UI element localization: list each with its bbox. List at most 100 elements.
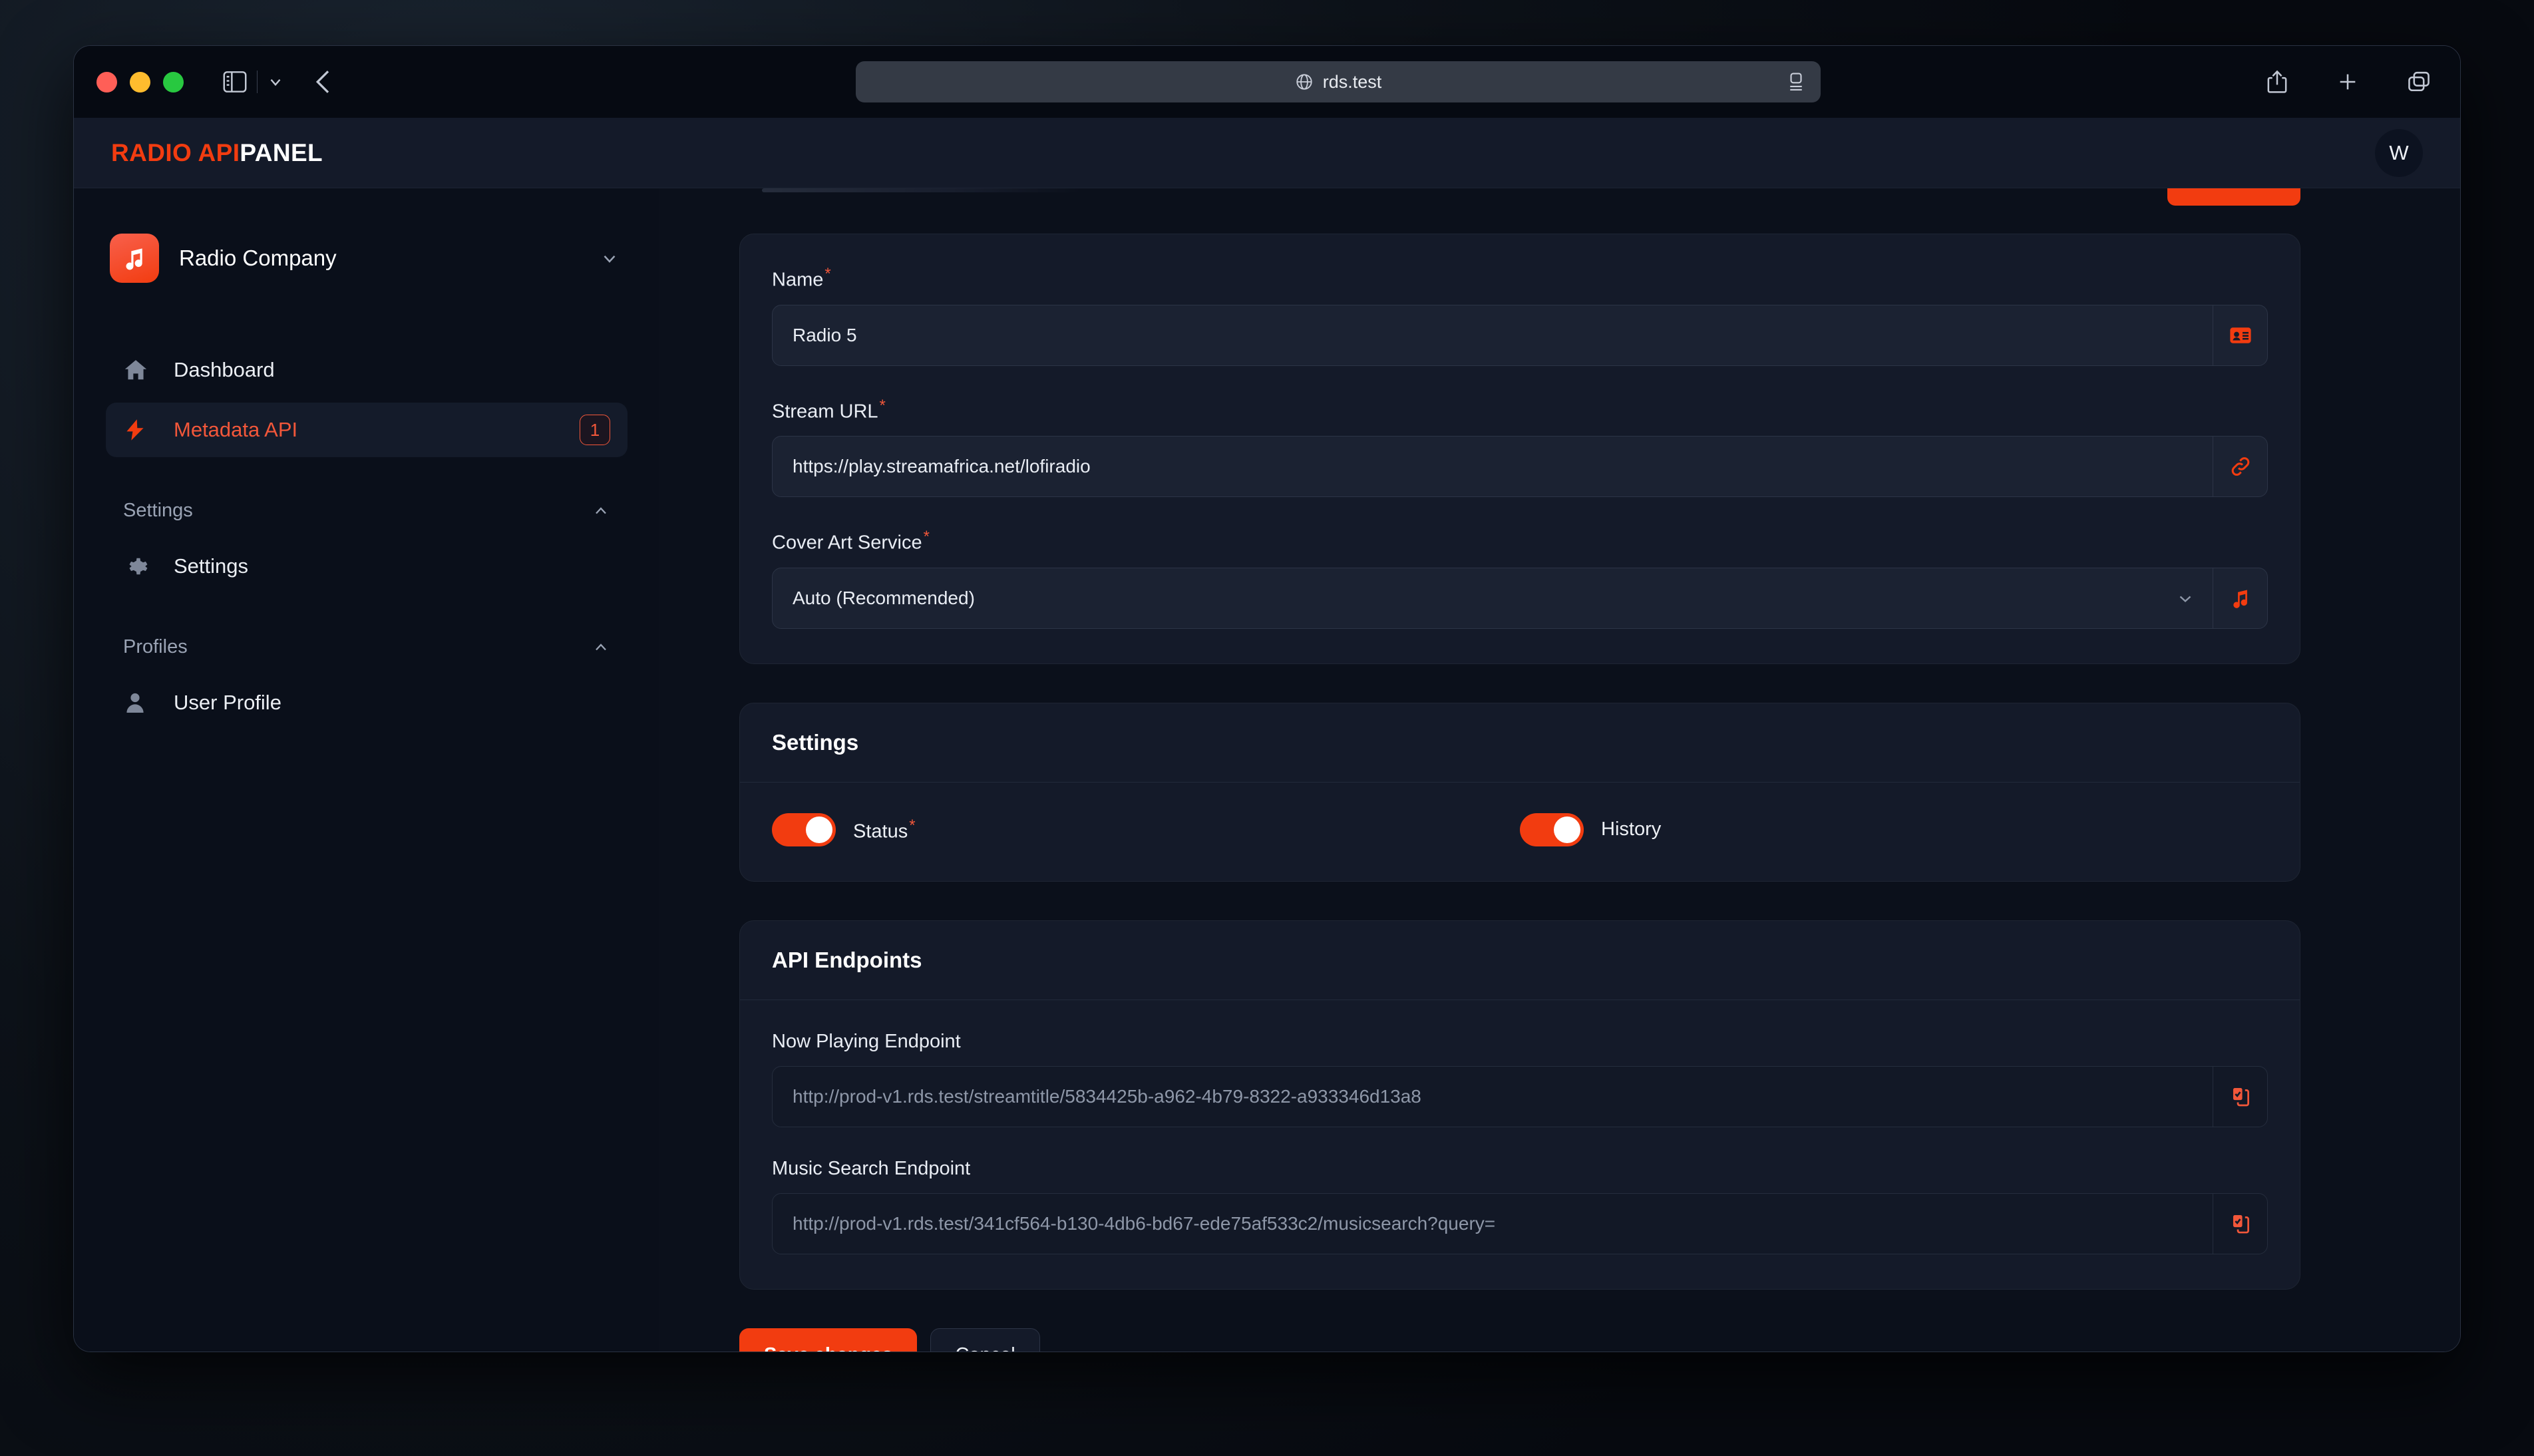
tab-overview-icon[interactable] [2407, 71, 2431, 93]
save-changes-button[interactable]: Save changes [739, 1328, 918, 1352]
sidebar-item-label: Settings [174, 554, 249, 578]
brand-accent-text: RADIO API [111, 138, 240, 166]
globe-icon [1295, 73, 1314, 91]
field-label: Stream URL* [772, 396, 886, 423]
minimize-window-button[interactable] [130, 71, 150, 92]
sidebar: Radio Company Dashboard Metadata API 1 S… [74, 188, 659, 1352]
cancel-button[interactable]: Cancel [930, 1328, 1040, 1352]
org-name: Radio Company [179, 246, 337, 270]
sidebar-item-dashboard[interactable]: Dashboard [106, 343, 628, 397]
sidebar-item-label: User Profile [174, 691, 281, 714]
sidebar-item-label: Metadata API [174, 418, 298, 441]
browser-toolbar: rds.test [74, 46, 2460, 118]
api-endpoints-card-body: Now Playing Endpoint http://prod-v1.rds.… [740, 1000, 2300, 1289]
sidebar-section-profiles[interactable]: Profiles [106, 636, 628, 658]
close-window-button[interactable] [96, 71, 117, 92]
now-playing-endpoint-input[interactable] [773, 1066, 2213, 1127]
cover-art-service-value[interactable]: Auto (Recommended) [773, 568, 2175, 628]
sidebar-toggle-group [222, 71, 284, 93]
home-icon [123, 357, 151, 383]
reader-view-icon[interactable] [1787, 72, 1805, 92]
maximize-window-button[interactable] [163, 71, 184, 92]
toggle-knob [1554, 816, 1580, 843]
avatar-initial: W [2389, 140, 2409, 164]
toolbar-divider [257, 71, 258, 93]
lightning-bolt-icon [123, 417, 151, 443]
app-header: RADIO APIPANEL W [74, 118, 2460, 188]
back-arrow-icon[interactable] [313, 68, 333, 96]
org-switcher[interactable]: Radio Company [106, 230, 628, 287]
settings-card: Settings Status* History [739, 702, 2300, 882]
field-name: Name* [772, 265, 2268, 366]
chevron-down-icon[interactable] [267, 73, 284, 91]
music-search-endpoint-group[interactable] [772, 1192, 2268, 1254]
sidebar-toggle-icon[interactable] [222, 71, 248, 93]
sidebar-item-user-profile[interactable]: User Profile [106, 675, 628, 730]
cover-art-service-select-group[interactable]: Auto (Recommended) [772, 567, 2268, 629]
copy-clipboard-check-icon[interactable] [2213, 1193, 2267, 1254]
page-title-partial [762, 188, 1081, 192]
window-traffic-lights [96, 71, 184, 92]
music-search-endpoint-input[interactable] [773, 1193, 2213, 1254]
field-stream-url: Stream URL* [772, 397, 2268, 498]
browser-window: rds.test RADIO APIPANEL W Radio Company … [73, 45, 2461, 1352]
name-input-group[interactable] [772, 304, 2268, 366]
required-asterisk: * [879, 396, 886, 415]
sidebar-section-settings[interactable]: Settings [106, 500, 628, 522]
history-toggle[interactable] [1520, 813, 1584, 846]
sidebar-section-title: Settings [123, 500, 193, 521]
toggle-knob [806, 816, 832, 843]
application-root: RADIO APIPANEL W Radio Company Dashboard… [74, 118, 2460, 1352]
api-endpoints-card-title: API Endpoints [740, 921, 2300, 1000]
scrolled-off-header [739, 188, 2300, 234]
required-asterisk: * [909, 817, 916, 835]
stream-url-input[interactable] [773, 437, 2213, 497]
link-icon[interactable] [2213, 437, 2267, 497]
address-bar-text: rds.test [1322, 71, 1382, 92]
chevron-up-icon [592, 502, 610, 520]
station-details-body: Name* Radio 5 Stream URL* https://play.s… [740, 234, 2300, 663]
sidebar-item-metadata-api[interactable]: Metadata API 1 [106, 403, 628, 457]
avatar[interactable]: W [2375, 128, 2423, 177]
toggle-history: History [1520, 813, 2268, 846]
required-asterisk: * [923, 528, 930, 546]
toggle-row: Status* History [772, 813, 2268, 846]
music-note-icon [110, 234, 159, 283]
app-logo[interactable]: RADIO APIPANEL [111, 139, 323, 167]
plus-icon[interactable] [2336, 71, 2359, 93]
share-icon[interactable] [2266, 69, 2288, 94]
name-input[interactable] [773, 305, 2213, 365]
field-music-search-endpoint: Music Search Endpoint [772, 1158, 2268, 1254]
field-label: Now Playing Endpoint [772, 1030, 961, 1052]
settings-card-title: Settings [740, 703, 2300, 783]
chevron-down-icon [600, 248, 620, 268]
now-playing-endpoint-group[interactable] [772, 1065, 2268, 1127]
copy-clipboard-check-icon[interactable] [2213, 1066, 2267, 1127]
user-icon [123, 690, 151, 715]
main-content: Name* Radio 5 Stream URL* https://play.s… [659, 188, 2460, 1352]
required-asterisk: * [824, 265, 831, 283]
music-note-icon[interactable] [2213, 568, 2267, 628]
primary-action-partial[interactable] [2167, 188, 2300, 206]
sidebar-item-settings[interactable]: Settings [106, 539, 628, 594]
form-actions: Save changes Cancel [739, 1328, 2300, 1352]
browser-toolbar-actions [2266, 69, 2431, 94]
field-cover-art-service: Cover Art Service* Auto (Recommended) [772, 528, 2268, 629]
toggle-label: Status* [853, 817, 916, 842]
stream-url-input-group[interactable] [772, 436, 2268, 498]
api-endpoints-card: API Endpoints Now Playing Endpoint http:… [739, 920, 2300, 1290]
toggle-label: History [1601, 819, 1662, 840]
sidebar-item-label: Dashboard [174, 358, 275, 381]
contact-card-icon[interactable] [2213, 305, 2267, 365]
toggle-status: Status* [772, 813, 1520, 846]
settings-card-body: Status* History [740, 783, 2300, 881]
sidebar-section-title: Profiles [123, 636, 188, 657]
status-toggle[interactable] [772, 813, 836, 846]
field-label: Name* [772, 265, 831, 291]
field-now-playing-endpoint: Now Playing Endpoint [772, 1031, 2268, 1127]
address-bar[interactable]: rds.test [856, 61, 1821, 102]
chevron-down-icon[interactable] [2175, 568, 2213, 628]
sidebar-item-badge: 1 [580, 415, 610, 445]
gear-icon [123, 554, 151, 579]
app-body: Radio Company Dashboard Metadata API 1 S… [74, 188, 2460, 1352]
